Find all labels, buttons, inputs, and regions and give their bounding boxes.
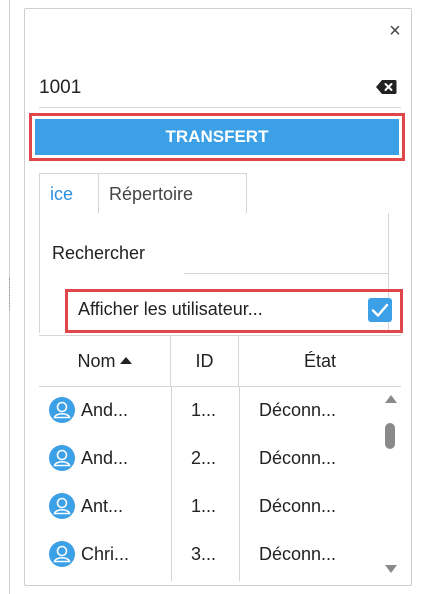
cell-name: Chri... — [81, 544, 130, 564]
user-icon — [49, 397, 75, 423]
tab-bar: ice Répertoire — [39, 173, 247, 213]
cell-name: And... — [81, 400, 129, 420]
table-row[interactable]: Ant... 1... Déconn... — [39, 483, 381, 531]
column-label: Nom — [77, 351, 116, 371]
cell-state: Déconn... — [259, 448, 337, 468]
cell-state: Déconn... — [259, 496, 337, 516]
resize-handle[interactable] — [9, 278, 11, 310]
column-label: État — [303, 351, 337, 371]
scroll-up-icon[interactable] — [385, 395, 397, 403]
cell-id: 1... — [191, 400, 217, 420]
show-users-checkbox[interactable] — [368, 298, 392, 322]
column-label: ID — [195, 351, 214, 371]
users-table: Nom ID État And... 1... Déconn... And... — [39, 335, 401, 581]
table-header: Nom ID État — [39, 335, 401, 387]
table-scrollbar[interactable] — [381, 387, 401, 581]
cell-id: 3... — [191, 544, 217, 564]
table-row[interactable]: And... 1... Déconn... — [39, 387, 381, 435]
sort-ascending-icon — [119, 357, 132, 364]
show-users-highlight: Afficher les utilisateur... — [65, 289, 403, 333]
tab-repertoire[interactable]: Répertoire — [99, 173, 247, 213]
scroll-down-icon[interactable] — [385, 565, 397, 573]
table-row[interactable]: Chri... 3... Déconn... — [39, 531, 381, 579]
user-icon — [49, 541, 75, 567]
scrollbar-thumb[interactable] — [385, 423, 395, 449]
column-header-id[interactable]: ID — [171, 336, 239, 387]
transfer-button[interactable]: TRANSFERT — [35, 119, 399, 155]
search-input[interactable] — [184, 273, 388, 274]
cell-id: 2... — [191, 448, 217, 468]
cell-id: 1... — [191, 496, 217, 516]
search-label: Rechercher — [52, 243, 146, 263]
check-icon — [371, 303, 389, 317]
show-users-label: Afficher les utilisateur... — [78, 299, 263, 319]
cell-state: Déconn... — [259, 544, 337, 564]
user-icon — [49, 445, 75, 471]
transfer-highlight: TRANSFERT — [29, 113, 405, 161]
user-icon — [49, 493, 75, 519]
cell-name: And... — [81, 448, 129, 468]
tab-ice[interactable]: ice — [39, 173, 99, 213]
table-row[interactable]: And... 2... Déconn... — [39, 435, 381, 483]
dial-field[interactable]: 1001 — [39, 71, 401, 108]
transfer-panel: × 1001 TRANSFERT ice Répertoire Recherch… — [24, 8, 412, 586]
cell-name: Ant... — [81, 496, 124, 516]
cell-state: Déconn... — [259, 400, 337, 420]
column-header-nom[interactable]: Nom — [39, 336, 171, 387]
dial-number: 1001 — [39, 77, 82, 98]
backspace-icon[interactable] — [375, 79, 397, 95]
close-icon[interactable]: × — [385, 21, 405, 41]
column-header-etat[interactable]: État — [239, 336, 401, 387]
